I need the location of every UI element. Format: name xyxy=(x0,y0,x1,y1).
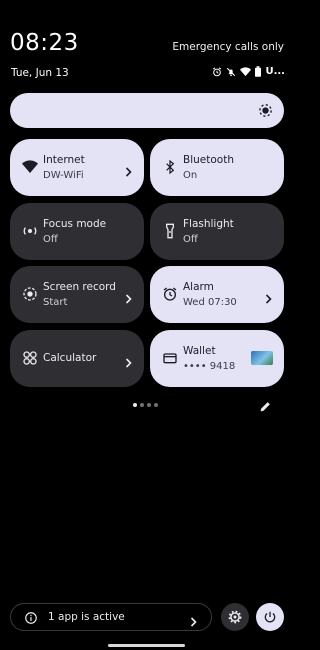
page-dot xyxy=(154,403,158,407)
date-label[interactable]: Tue, Jun 13 xyxy=(11,67,69,79)
tile-internet[interactable]: Internet DW-WiFi xyxy=(10,139,144,196)
wifi-icon xyxy=(22,159,38,175)
tile-bluetooth-subtitle: On xyxy=(183,170,198,181)
tile-calculator[interactable]: Calculator xyxy=(10,330,144,387)
tile-bluetooth[interactable]: Bluetooth On xyxy=(150,139,284,196)
tile-bluetooth-title: Bluetooth xyxy=(183,154,234,166)
alarm-icon xyxy=(212,66,222,77)
tile-flashlight-title: Flashlight xyxy=(183,218,234,230)
tile-wallet-title: Wallet xyxy=(183,345,216,357)
card-thumbnail xyxy=(251,351,273,365)
wallet-icon xyxy=(162,350,178,366)
tile-internet-subtitle: DW-WiFi xyxy=(43,170,84,181)
tile-wallet-subtitle: •••• 9418 xyxy=(183,361,236,372)
page-indicator[interactable] xyxy=(133,403,158,407)
mute-icon xyxy=(226,67,236,77)
chevron-right-icon xyxy=(190,612,197,631)
tile-focus-mode[interactable]: Focus mode Off xyxy=(10,203,144,260)
power-button[interactable] xyxy=(256,603,284,631)
active-apps-label: 1 app is active xyxy=(48,611,125,623)
brightness-icon xyxy=(257,102,274,123)
tile-screen-record-subtitle: Start xyxy=(43,297,68,308)
bluetooth-icon xyxy=(162,159,178,175)
chevron-right-icon[interactable] xyxy=(125,353,132,372)
info-icon xyxy=(24,610,38,629)
edit-pencil-icon[interactable] xyxy=(259,398,272,417)
tile-internet-title: Internet xyxy=(43,154,85,166)
status-icons: U... xyxy=(212,66,285,77)
flashlight-icon xyxy=(162,223,178,239)
tile-screen-record[interactable]: Screen record Start xyxy=(10,266,144,323)
tile-screen-record-title: Screen record xyxy=(43,281,116,293)
gear-icon xyxy=(228,610,242,624)
wifi-icon xyxy=(240,66,252,77)
brightness-slider[interactable] xyxy=(10,93,284,128)
home-indicator[interactable] xyxy=(108,644,185,647)
tile-focus-mode-subtitle: Off xyxy=(43,234,58,245)
screen-record-icon xyxy=(22,286,38,302)
alarm-icon xyxy=(162,286,178,302)
chevron-right-icon[interactable] xyxy=(125,289,132,308)
carrier-status: Emergency calls only xyxy=(172,41,284,53)
tile-calculator-title: Calculator xyxy=(43,352,97,364)
page-dot xyxy=(147,403,151,407)
battery-label: U... xyxy=(265,66,285,77)
page-dot xyxy=(140,403,144,407)
clock[interactable]: 08:23 xyxy=(10,30,79,56)
tile-flashlight[interactable]: Flashlight Off xyxy=(150,203,284,260)
tile-alarm-subtitle: Wed 07:30 xyxy=(183,297,237,308)
settings-button[interactable] xyxy=(221,603,249,631)
tile-alarm[interactable]: Alarm Wed 07:30 xyxy=(150,266,284,323)
active-apps-button[interactable]: 1 app is active xyxy=(10,603,212,631)
power-icon xyxy=(264,611,276,623)
focus-mode-icon xyxy=(22,223,38,239)
calculator-icon xyxy=(22,350,38,366)
chevron-right-icon[interactable] xyxy=(265,289,272,308)
chevron-right-icon[interactable] xyxy=(125,162,132,181)
tile-wallet[interactable]: Wallet •••• 9418 xyxy=(150,330,284,387)
page-dot xyxy=(133,403,137,407)
tile-flashlight-subtitle: Off xyxy=(183,234,198,245)
quick-settings-panel: 08:23 Emergency calls only Tue, Jun 13 U… xyxy=(0,0,293,650)
battery-icon xyxy=(255,66,262,77)
tile-focus-mode-title: Focus mode xyxy=(43,218,107,230)
tile-alarm-title: Alarm xyxy=(183,281,214,293)
